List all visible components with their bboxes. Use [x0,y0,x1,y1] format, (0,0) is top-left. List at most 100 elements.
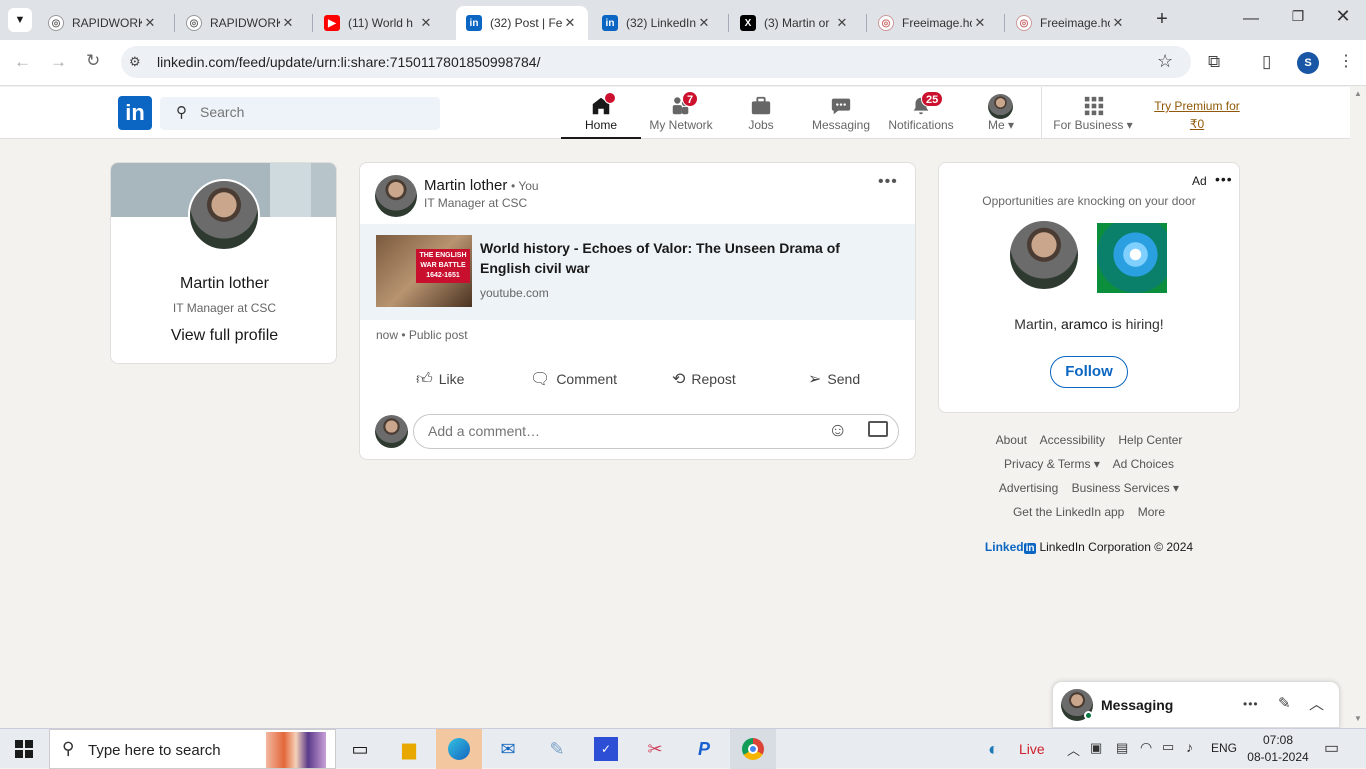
extensions-icon[interactable]: ⧉ [1208,52,1220,72]
nav-home[interactable]: Home [561,87,641,139]
post-more-icon[interactable]: ••• [878,173,898,191]
footer-advertising[interactable]: Advertising [999,481,1058,495]
edge-icon[interactable] [436,729,482,769]
wifi-icon[interactable]: ◠ [1140,739,1152,756]
task-view-icon[interactable]: ▭ [337,729,383,769]
bookmark-star-icon[interactable]: ☆ [1157,51,1173,72]
app-icon-rd[interactable]: P [681,729,727,769]
post-author-avatar[interactable] [375,175,417,217]
nav-notifications[interactable]: 25 Notifications [881,87,961,139]
nav-jobs[interactable]: Jobs [721,87,801,139]
messaging-label[interactable]: Messaging [1101,697,1173,713]
browser-tab[interactable]: ▶ (11) World h ✕ [314,6,444,40]
comment-input[interactable] [428,423,808,439]
nav-me[interactable]: Me ▾ [961,87,1041,139]
ad-more-icon[interactable]: ••• [1215,171,1233,187]
footer-help-center[interactable]: Help Center [1118,433,1182,447]
language-indicator[interactable]: ENG [1211,741,1237,755]
footer-more[interactable]: More [1138,505,1165,519]
browser-menu-icon[interactable]: ⋮ [1338,51,1354,71]
paint-icon[interactable]: ✎ [534,729,580,769]
file-explorer-icon[interactable]: ▆ [386,729,432,769]
restore-button[interactable]: ❐ [1283,8,1313,25]
site-info-icon[interactable]: ⚙ [129,54,141,70]
browser-tab[interactable]: ◎ RAPIDWORK ✕ [176,6,306,40]
close-tab-icon[interactable]: ✕ [1110,15,1126,31]
weather-icon[interactable]: ◐ [988,739,999,760]
comment-button[interactable]: 🗨︎ Comment [530,361,617,397]
browser-tab[interactable]: X (3) Martin or ✕ [730,6,860,40]
new-tab-button[interactable]: + [1150,8,1174,32]
windows-start-icon[interactable] [0,729,48,769]
close-tab-icon[interactable]: ✕ [142,15,158,31]
comment-box[interactable]: ☺ [413,414,899,449]
volume-icon[interactable]: ♪ [1186,739,1193,755]
like-button[interactable]: 👍︎ Like [416,361,464,397]
notification-center-icon[interactable]: ▭ [1324,738,1339,758]
clock-date[interactable]: 08-01-2024 [1246,750,1310,764]
repost-button[interactable]: ⟲ Repost [672,361,736,397]
profile-avatar[interactable]: S [1297,52,1319,74]
send-button[interactable]: ➢ Send [808,361,860,397]
close-window-button[interactable]: ✕ [1328,6,1358,27]
clock-time[interactable]: 07:08 [1250,733,1306,747]
emoji-icon[interactable]: ☺ [828,420,847,442]
footer-ad-choices[interactable]: Ad Choices [1113,457,1174,471]
page-scrollbar[interactable]: ▲ ▼ [1350,87,1366,728]
footer-business-services[interactable]: Business Services [1072,481,1170,495]
omnibox[interactable]: ⚙ linkedin.com/feed/update/urn:li:share:… [121,46,1191,78]
footer-privacy-terms[interactable]: Privacy & Terms [1004,457,1090,471]
mail-icon[interactable]: ✉ [485,729,531,769]
close-tab-icon[interactable]: ✕ [834,15,850,31]
close-tab-icon[interactable]: ✕ [280,15,296,31]
back-icon[interactable]: ← [14,52,31,72]
tray-chevron-icon[interactable]: ︿ [1067,740,1080,759]
linkedin-logo-icon[interactable]: in [118,96,152,130]
post-author-name[interactable]: Martin lother [424,177,507,194]
view-full-profile-link[interactable]: View full profile [111,327,336,345]
footer-about[interactable]: About [996,433,1027,447]
browser-tab[interactable]: ◎ Freeimage.ho ✕ [1006,6,1136,40]
messaging-overlay[interactable]: Messaging ••• ✎ ︿ [1052,681,1340,728]
scroll-up-arrow[interactable]: ▲ [1354,89,1362,98]
footer-accessibility[interactable]: Accessibility [1040,433,1105,447]
weather-live-label[interactable]: Live [1019,741,1045,757]
search-box[interactable]: ⚲ [160,97,440,130]
chevron-up-icon[interactable]: ︿ [1309,693,1324,714]
app-icon-blue[interactable]: ✓ [583,729,629,769]
tray-folder-icon[interactable]: ▣ [1090,740,1102,756]
search-highlight-icon[interactable] [266,732,326,768]
chrome-icon[interactable] [730,729,776,769]
browser-tab[interactable]: in (32) LinkedIn ✕ [592,6,722,40]
battery-icon[interactable]: ▭ [1162,739,1174,755]
scroll-down-arrow[interactable]: ▼ [1354,714,1362,723]
close-tab-icon[interactable]: ✕ [562,15,578,31]
taskbar-search-box[interactable]: ⚲ Type here to search [49,729,336,769]
url-text[interactable]: linkedin.com/feed/update/urn:li:share:71… [157,54,540,70]
forward-icon[interactable]: → [50,52,67,72]
link-thumbnail[interactable]: THE ENGLISH WAR BATTLE 1642-1651 [376,235,472,307]
browser-tab[interactable]: ◎ RAPIDWORK ✕ [38,6,168,40]
profile-avatar-large[interactable] [188,179,260,251]
nav-my-network[interactable]: 7 My Network [641,87,721,139]
try-premium-link[interactable]: Try Premium for ₹0 [1146,97,1248,133]
side-panel-icon[interactable]: ▯ [1262,52,1271,72]
browser-tab[interactable]: in (32) Post | Fe ✕ [456,6,588,40]
compose-icon[interactable]: ✎ [1278,694,1291,712]
close-tab-icon[interactable]: ✕ [972,15,988,31]
tab-search-button[interactable]: ▼ [8,8,32,32]
nav-for-business[interactable]: For Business ▾ [1050,87,1136,139]
follow-button[interactable]: Follow [1050,356,1128,388]
link-preview[interactable]: THE ENGLISH WAR BATTLE 1642-1651 World h… [360,224,915,320]
search-input[interactable] [200,104,420,120]
messaging-more-icon[interactable]: ••• [1243,697,1259,711]
minimize-button[interactable]: — [1236,10,1266,28]
close-tab-icon[interactable]: ✕ [418,15,434,31]
nav-messaging[interactable]: Messaging [801,87,881,139]
app-icon-snip[interactable]: ✂ [632,729,678,769]
link-title[interactable]: World history - Echoes of Valor: The Uns… [480,238,840,278]
image-icon[interactable] [868,421,888,437]
close-tab-icon[interactable]: ✕ [696,15,712,31]
browser-tab[interactable]: ◎ Freeimage.ho ✕ [868,6,998,40]
profile-name[interactable]: Martin lother [111,275,336,293]
